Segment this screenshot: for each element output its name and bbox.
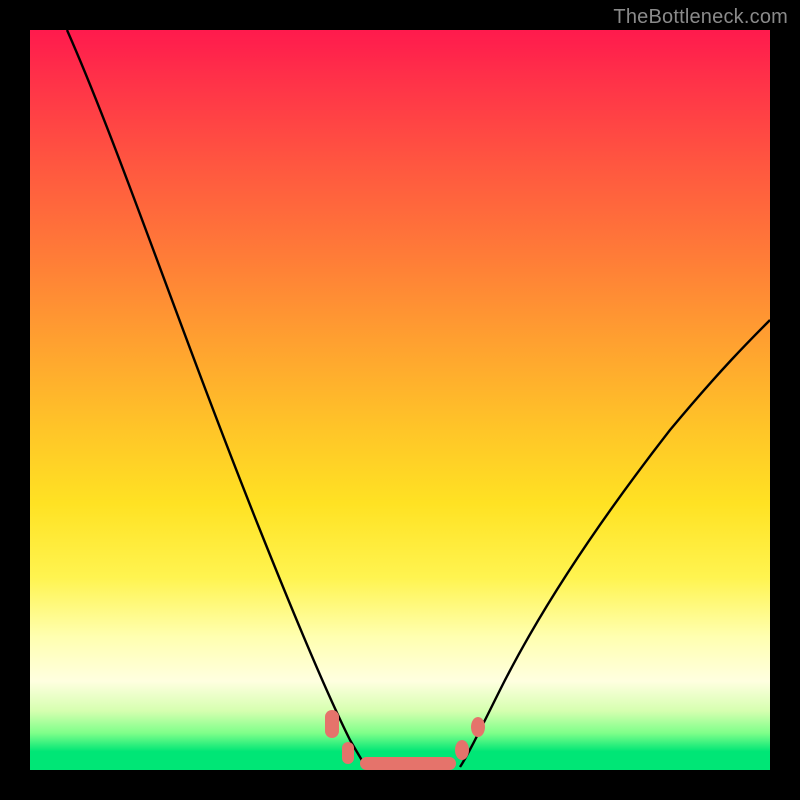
watermark-text: TheBottleneck.com bbox=[613, 6, 788, 29]
right-dot-upper bbox=[471, 717, 485, 737]
right-curve bbox=[460, 320, 770, 767]
right-markers bbox=[455, 717, 485, 760]
left-curve bbox=[67, 30, 366, 767]
left-dot-lower bbox=[342, 742, 354, 764]
left-dot-upper bbox=[325, 710, 339, 738]
outer-frame: TheBottleneck.com bbox=[0, 0, 800, 800]
chart-svg bbox=[30, 30, 770, 770]
floor-bar bbox=[360, 757, 456, 770]
plot-area bbox=[30, 30, 770, 770]
right-dot-lower bbox=[455, 740, 469, 760]
